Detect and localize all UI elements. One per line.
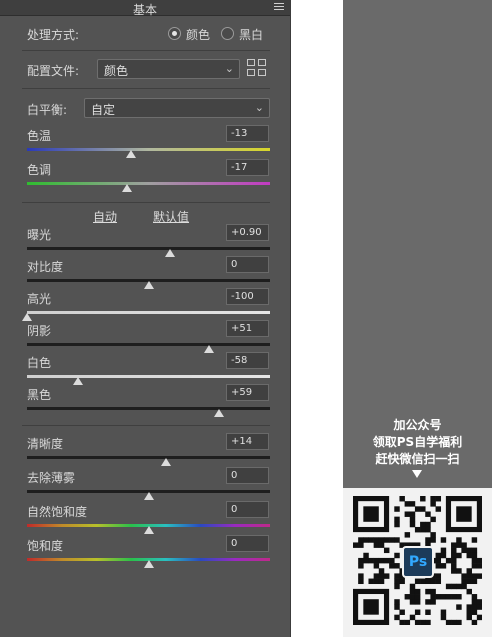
ps-logo-icon: Ps (402, 546, 434, 578)
slider-value-input[interactable]: -13 (226, 125, 269, 142)
slider-value-input[interactable]: 0 (226, 467, 269, 484)
slider-thumb[interactable] (213, 409, 224, 417)
profile-label: 配置文件: (27, 64, 80, 78)
promo-banner: 加公众号 领取PS自学福利 赶快微信扫一扫 Ps (343, 0, 492, 637)
profile-value: 颜色 (104, 64, 129, 78)
slider-thumb[interactable] (73, 377, 84, 385)
qr-code: Ps (343, 488, 492, 637)
slider-thumb[interactable] (204, 345, 215, 353)
slider-thumb[interactable] (143, 492, 154, 500)
slider-value-input[interactable]: -100 (226, 288, 269, 305)
slider-track[interactable] (27, 247, 270, 250)
slider-track[interactable] (27, 375, 270, 378)
chevron-down-icon: ⌄ (224, 62, 234, 75)
profile-select[interactable]: 颜色 ⌄ (97, 59, 240, 79)
slider-value-input[interactable]: +51 (226, 320, 269, 337)
treatment-color-radio[interactable] (168, 27, 181, 40)
slider-value-input[interactable]: 0 (226, 535, 269, 552)
divider (22, 202, 270, 203)
panel-header: 基本 (0, 0, 290, 17)
white-balance-value: 自定 (91, 103, 116, 117)
slider-label: 清晰度 (27, 437, 64, 451)
profile-browser-grid-icon[interactable] (247, 59, 267, 77)
slider-label: 去除薄雾 (27, 471, 76, 485)
slider-track[interactable] (27, 407, 270, 410)
slider-label: 自然饱和度 (27, 505, 88, 519)
basic-panel: 基本 处理方式: 颜色 黑白 配置文件: 颜色 ⌄ 白平衡: 自定 ⌄ 自动 默… (0, 0, 290, 637)
divider (22, 88, 270, 89)
panel-edge (290, 0, 291, 637)
treatment-bw-radio[interactable] (221, 27, 234, 40)
slider-label: 饱和度 (27, 539, 64, 553)
treatment-color-label[interactable]: 颜色 (186, 26, 210, 43)
promo-line-3: 赶快微信扫一扫 (375, 452, 460, 466)
slider-value-input[interactable]: 0 (226, 501, 269, 518)
slider-value-input[interactable]: +14 (226, 433, 269, 450)
default-button[interactable]: 默认值 (153, 208, 189, 225)
slider-label: 阴影 (27, 324, 52, 338)
slider-value-input[interactable]: -17 (226, 159, 269, 176)
slider-label: 高光 (27, 292, 52, 306)
slider-thumb[interactable] (160, 458, 171, 466)
promo-line-2: 领取PS自学福利 (372, 435, 463, 449)
promo-line-1: 加公众号 (393, 418, 442, 432)
slider-label: 对比度 (27, 260, 64, 274)
slider-label: 黑色 (27, 388, 52, 402)
slider-thumb[interactable] (143, 526, 154, 534)
slider-value-input[interactable]: +0.90 (226, 224, 269, 241)
divider (22, 50, 270, 51)
slider-label: 白色 (27, 356, 52, 370)
slider-thumb[interactable] (165, 249, 176, 257)
slider-value-input[interactable]: 0 (226, 256, 269, 273)
slider-value-input[interactable]: -58 (226, 352, 269, 369)
slider-label: 色调 (27, 163, 52, 177)
arrow-down-icon (412, 470, 422, 478)
treatment-bw-label[interactable]: 黑白 (239, 26, 263, 43)
slider-track[interactable] (27, 343, 270, 346)
treatment-label: 处理方式: (27, 28, 80, 42)
slider-thumb[interactable] (126, 150, 137, 158)
white-balance-select[interactable]: 自定 ⌄ (84, 98, 270, 118)
slider-thumb[interactable] (22, 313, 32, 321)
slider-track[interactable] (27, 456, 270, 459)
slider-track[interactable] (27, 182, 270, 185)
white-balance-label: 白平衡: (27, 103, 68, 117)
panel-menu-icon[interactable] (274, 3, 284, 12)
slider-label: 色温 (27, 129, 52, 143)
divider (22, 425, 270, 426)
slider-track[interactable] (27, 311, 270, 314)
auto-button[interactable]: 自动 (93, 208, 117, 225)
chevron-down-icon: ⌄ (254, 101, 264, 114)
slider-label: 曝光 (27, 228, 52, 242)
slider-thumb[interactable] (121, 184, 132, 192)
slider-thumb[interactable] (143, 281, 154, 289)
slider-value-input[interactable]: +59 (226, 384, 269, 401)
slider-track[interactable] (27, 148, 270, 151)
panel-title: 基本 (132, 3, 157, 17)
slider-thumb[interactable] (143, 560, 154, 568)
